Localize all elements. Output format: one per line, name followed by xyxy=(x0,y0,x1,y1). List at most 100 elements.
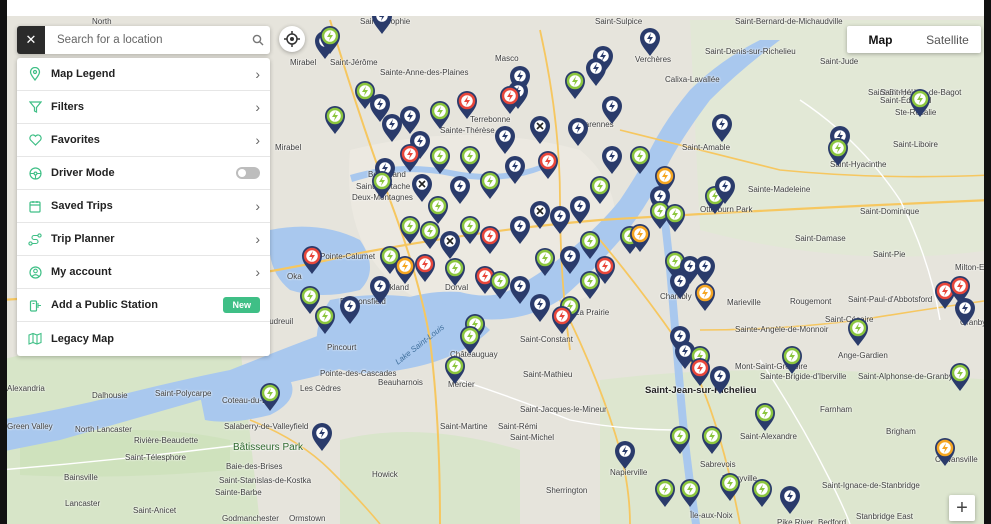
menu-item-legacy-map[interactable]: Legacy Map xyxy=(17,322,270,355)
charging-station-pin[interactable] xyxy=(530,294,550,322)
charging-station-pin[interactable] xyxy=(460,326,480,354)
charging-station-pin[interactable] xyxy=(312,423,332,451)
charging-station-pin[interactable] xyxy=(260,383,280,411)
menu-item-saved-trips[interactable]: Saved Trips › xyxy=(17,190,270,223)
charging-station-pin[interactable] xyxy=(670,426,690,454)
charging-station-pin[interactable] xyxy=(602,146,622,174)
charging-station-pin[interactable] xyxy=(457,91,477,119)
search-icon[interactable] xyxy=(246,34,270,46)
charging-station-pin[interactable] xyxy=(935,438,955,466)
charging-station-pin[interactable] xyxy=(530,201,550,229)
charging-station-pin[interactable] xyxy=(302,246,322,274)
charging-station-pin[interactable] xyxy=(695,256,715,284)
charging-station-pin[interactable] xyxy=(445,258,465,286)
menu-item-my-account[interactable]: My account › xyxy=(17,256,270,289)
charging-station-pin[interactable] xyxy=(340,296,360,324)
charging-station-pin[interactable] xyxy=(535,248,555,276)
charging-station-pin[interactable] xyxy=(780,486,800,514)
charging-station-pin[interactable] xyxy=(580,271,600,299)
charging-station-pin[interactable] xyxy=(538,151,558,179)
charging-station-pin[interactable] xyxy=(828,138,848,166)
charging-station-pin[interactable] xyxy=(415,254,435,282)
charging-station-pin[interactable] xyxy=(315,306,335,334)
charging-station-pin[interactable] xyxy=(580,231,600,259)
charging-station-pin[interactable] xyxy=(570,196,590,224)
charging-station-pin[interactable] xyxy=(755,403,775,431)
charging-station-pin[interactable] xyxy=(495,126,515,154)
charging-station-pin[interactable] xyxy=(550,206,570,234)
charging-station-pin[interactable] xyxy=(420,221,440,249)
charging-station-pin[interactable] xyxy=(510,216,530,244)
charging-station-pin[interactable] xyxy=(680,479,700,507)
my-location-button[interactable] xyxy=(279,26,305,52)
charging-station-pin[interactable] xyxy=(530,116,550,144)
charging-station-pin[interactable] xyxy=(400,144,420,172)
charging-station-pin[interactable] xyxy=(782,346,802,374)
charging-station-pin[interactable] xyxy=(665,204,685,232)
charging-station-pin[interactable] xyxy=(400,106,420,134)
charging-station-pin[interactable] xyxy=(910,89,930,117)
charging-station-pin[interactable] xyxy=(568,118,588,146)
charging-station-pin[interactable] xyxy=(500,86,520,114)
charging-station-pin[interactable] xyxy=(602,96,622,124)
driver-mode-toggle[interactable] xyxy=(236,167,260,179)
charging-station-pin[interactable] xyxy=(640,28,660,56)
charging-station-pin[interactable] xyxy=(712,114,732,142)
charging-station-pin[interactable] xyxy=(450,176,470,204)
charging-station-pin[interactable] xyxy=(480,171,500,199)
map-type-satellite-button[interactable]: Satellite xyxy=(914,26,981,53)
charging-station-pin[interactable] xyxy=(460,146,480,174)
charging-station-pin[interactable] xyxy=(445,356,465,384)
menu-item-driver-mode[interactable]: Driver Mode xyxy=(17,157,270,190)
charging-station-pin[interactable] xyxy=(510,276,530,304)
charging-station-pin[interactable] xyxy=(412,174,432,202)
charging-station-pin[interactable] xyxy=(950,363,970,391)
menu-item-label: My account xyxy=(51,266,112,278)
charging-station-pin[interactable] xyxy=(480,226,500,254)
menu-item-map-legend[interactable]: Map Legend › xyxy=(17,58,270,91)
menu-item-trip-planner[interactable]: Trip Planner › xyxy=(17,223,270,256)
charging-station-pin[interactable] xyxy=(630,146,650,174)
charging-station-pin[interactable] xyxy=(325,106,345,134)
map-type-map-button[interactable]: Map xyxy=(847,26,914,53)
charging-station-pin[interactable] xyxy=(430,146,450,174)
charging-station-pin[interactable] xyxy=(955,298,975,326)
charging-station-pin[interactable] xyxy=(590,176,610,204)
legacy-map-icon xyxy=(27,331,43,347)
charging-station-pin[interactable] xyxy=(565,71,585,99)
charging-station-pin[interactable] xyxy=(370,276,390,304)
menu-item-filters[interactable]: Filters › xyxy=(17,91,270,124)
charging-station-pin[interactable] xyxy=(395,256,415,284)
charging-station-pin[interactable] xyxy=(848,318,868,346)
charging-station-pin[interactable] xyxy=(560,246,580,274)
zoom-in-button[interactable]: + xyxy=(949,495,975,521)
charging-station-pin[interactable] xyxy=(490,271,510,299)
charging-station-pin[interactable] xyxy=(702,426,722,454)
charging-station-pin[interactable] xyxy=(615,441,635,469)
charging-station-pin[interactable] xyxy=(505,156,525,184)
charging-station-pin[interactable] xyxy=(440,231,460,259)
charging-station-pin[interactable] xyxy=(382,114,402,142)
charging-station-pin[interactable] xyxy=(752,479,772,507)
charging-station-pin[interactable] xyxy=(428,196,448,224)
charging-station-pin[interactable] xyxy=(695,283,715,311)
close-icon[interactable]: ✕ xyxy=(17,26,45,54)
charging-station-pin[interactable] xyxy=(300,286,320,314)
charging-station-pin[interactable] xyxy=(586,58,606,86)
charging-station-pin[interactable] xyxy=(430,101,450,129)
menu-item-favorites[interactable]: Favorites › xyxy=(17,124,270,157)
search-input[interactable] xyxy=(45,33,246,47)
charging-station-pin[interactable] xyxy=(670,271,690,299)
menu-item-add-public-station[interactable]: Add a Public Station New xyxy=(17,289,270,322)
menu-item-label: Filters xyxy=(51,101,85,113)
charging-station-pin[interactable] xyxy=(710,366,730,394)
charging-station-pin[interactable] xyxy=(552,306,572,334)
charging-station-pin[interactable] xyxy=(690,358,710,386)
crosshair-icon xyxy=(284,31,300,47)
charging-station-pin[interactable] xyxy=(400,216,420,244)
search-bar: ✕ xyxy=(17,26,270,54)
charging-station-pin[interactable] xyxy=(460,216,480,244)
charging-station-pin[interactable] xyxy=(372,171,392,199)
charging-station-pin[interactable] xyxy=(655,479,675,507)
charging-station-pin[interactable] xyxy=(720,473,740,501)
